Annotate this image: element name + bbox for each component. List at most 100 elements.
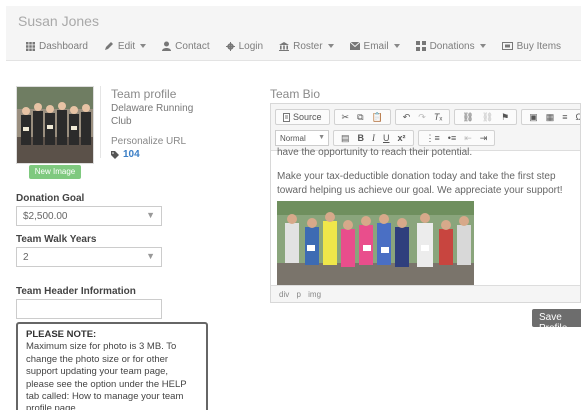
gear-icon [225, 41, 235, 51]
clipboard-group: ✂ ⧉ 📋 [333, 109, 391, 125]
caret-down-icon [327, 44, 334, 48]
nav-label: Contact [175, 40, 210, 52]
link-group: ⛓ ⛓ ⚑ [454, 109, 518, 125]
personalize-url-link[interactable]: 104 [111, 149, 140, 160]
nav-email[interactable]: Email [349, 40, 400, 52]
nav-donations[interactable]: Donations [415, 40, 486, 52]
coins-icon [415, 41, 426, 51]
status-path-item[interactable]: p [296, 290, 300, 299]
underline-button[interactable]: U [379, 133, 394, 143]
unlink-icon[interactable]: ⛓ [478, 112, 497, 123]
team-walk-years-value: 2 [23, 252, 29, 263]
source-label: Source [293, 112, 322, 122]
user-name: Susan Jones [18, 13, 99, 29]
team-walk-years-label: Team Walk Years [16, 234, 97, 245]
source-button[interactable]: Source [279, 112, 326, 122]
status-path-item[interactable]: div [279, 290, 289, 299]
indent-icon[interactable]: ⇥ [476, 133, 492, 144]
save-profile-button[interactable]: Save Profile [532, 309, 581, 334]
caret-down-icon [140, 44, 147, 48]
insert-group: ▣ ▦ ≡ Ω [521, 109, 580, 125]
nav-contact[interactable]: Contact [162, 40, 210, 52]
anchor-flag-icon[interactable]: ⚑ [497, 112, 513, 123]
bulleted-list-icon[interactable]: •≡ [444, 133, 460, 143]
nav-dashboard[interactable]: Dashboard [26, 41, 88, 52]
nav-edit[interactable]: Edit [104, 40, 147, 52]
text-style-group: ▤ B I U x² [333, 130, 414, 146]
copy-icon[interactable]: ⧉ [353, 112, 367, 123]
envelope-icon [349, 42, 360, 50]
ticket-icon [501, 42, 513, 50]
team-name: Delaware Running Club [111, 103, 194, 127]
bio-editor: Source ✂ ⧉ 📋 ↶ ↷ Tₓ ⛓ ⛓ ⚑ ▣ ▦ ≡ Normal ▼… [270, 103, 581, 303]
team-walk-years-select[interactable]: 2 ▼ [16, 247, 162, 267]
donation-goal-value: $2,500.00 [23, 211, 68, 222]
team-header-label: Team Header Information [16, 286, 136, 297]
team-header-input[interactable] [16, 299, 162, 319]
donation-goal-label: Donation Goal [16, 193, 85, 204]
pencil-icon [104, 42, 113, 50]
team-photo [16, 86, 94, 164]
cut-icon[interactable]: ✂ [338, 112, 354, 123]
nav-label: Roster [293, 40, 323, 52]
table-icon[interactable]: ▦ [542, 112, 559, 123]
nav-label: Buy Items [516, 40, 562, 52]
list-group: ⋮≡ •≡ ⇤ ⇥ [417, 130, 496, 146]
format-select[interactable]: Normal ▼ [275, 130, 329, 146]
tag-icon [111, 150, 119, 159]
photo-size-note: PLEASE NOTE: Maximum size for photo is 3… [16, 322, 208, 410]
team-profile-heading: Team profile [111, 87, 177, 101]
document-icon [283, 112, 290, 122]
personalize-url-label: Personalize URL [111, 136, 187, 147]
source-group: Source [275, 109, 330, 125]
paste-icon[interactable]: 📋 [368, 112, 387, 123]
numbered-list-icon[interactable]: ⋮≡ [422, 133, 444, 144]
profile-divider [100, 86, 101, 158]
nav-roster[interactable]: Roster [279, 40, 334, 52]
grid-icon [26, 41, 35, 51]
race-photo-image [277, 201, 474, 285]
editor-content[interactable]: have the opportunity to reach their pote… [277, 147, 577, 198]
horizontal-line-icon[interactable]: ≡ [558, 112, 571, 122]
user-icon [162, 41, 172, 51]
nav-buy-items[interactable]: Buy Items [501, 40, 562, 52]
team-bio-heading: Team Bio [270, 87, 321, 101]
bio-paragraph: Make your tax-deductible donation today … [277, 171, 563, 196]
note-title: PLEASE NOTE: [26, 329, 97, 340]
new-image-button[interactable]: New Image [29, 165, 81, 179]
caret-down-icon [393, 44, 400, 48]
image-icon[interactable]: ▣ [525, 112, 542, 123]
paste-text-icon[interactable]: ▤ [337, 133, 354, 144]
nav-login[interactable]: Login [225, 40, 264, 52]
url-id-value: 104 [123, 149, 140, 160]
undo-icon[interactable]: ↶ [399, 112, 415, 123]
nav-label: Edit [117, 40, 136, 52]
format-value: Normal [280, 134, 306, 143]
nav-label: Login [238, 40, 264, 52]
outdent-icon[interactable]: ⇤ [460, 133, 476, 144]
chevron-down-icon: ▼ [146, 210, 155, 220]
italic-button[interactable]: I [368, 133, 379, 143]
caret-down-icon [479, 44, 486, 48]
special-char-icon[interactable]: Ω [572, 112, 580, 122]
remove-format-icon[interactable]: Tₓ [430, 112, 446, 122]
chevron-down-icon: ▼ [146, 251, 155, 261]
nav-label: Dashboard [39, 40, 88, 52]
redo-icon[interactable]: ↷ [414, 112, 430, 123]
nav-label: Email [363, 40, 389, 52]
bio-text-line: have the opportunity to reach their pote… [277, 147, 473, 158]
editor-toolbar: Source ✂ ⧉ 📋 ↶ ↷ Tₓ ⛓ ⛓ ⚑ ▣ ▦ ≡ Normal ▼… [271, 104, 580, 151]
bold-button[interactable]: B [354, 133, 369, 143]
editor-status-bar: div p img [271, 285, 580, 302]
status-path-item[interactable]: img [308, 290, 321, 299]
link-icon[interactable]: ⛓ [458, 112, 477, 123]
note-text: Maximum size for photo is 3 MB. To chang… [26, 341, 187, 410]
donation-goal-select[interactable]: $2,500.00 ▼ [16, 206, 162, 226]
race-photo [277, 201, 474, 285]
building-icon [279, 41, 290, 51]
team-photo-image [17, 87, 93, 163]
history-group: ↶ ↷ Tₓ [394, 109, 451, 125]
superscript-button[interactable]: x² [394, 133, 410, 143]
nav-label: Donations [429, 40, 475, 52]
chevron-down-icon: ▼ [318, 134, 325, 141]
